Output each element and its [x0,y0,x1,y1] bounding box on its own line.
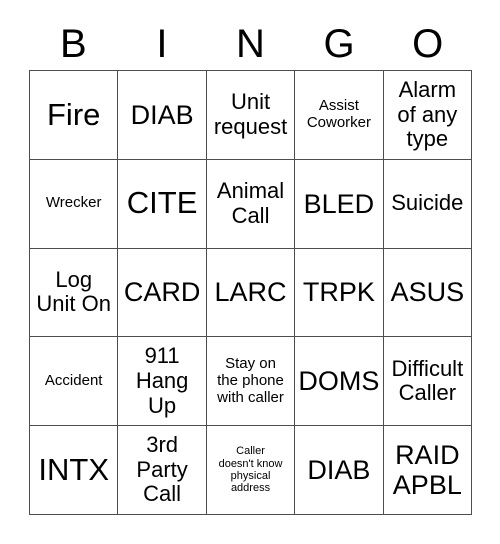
bingo-cell-label: Unit request [213,89,288,139]
bingo-cell-n3[interactable]: LARC [206,248,296,338]
bingo-header-letter-b: B [59,22,87,66]
bingo-cell-i2[interactable]: CITE [118,159,207,249]
bingo-cell-o2[interactable]: Suicide [383,159,473,249]
bingo-cell-label: Fire [47,96,101,132]
bingo-cell-g1[interactable]: Assist Coworker [295,71,384,160]
bingo-header-letter-i: I [156,22,168,66]
bingo-cell-label: DIAB [130,99,194,130]
bingo-cell-label: Accident [44,371,103,389]
bingo-cell-b3[interactable]: Log Unit On [30,248,119,338]
bingo-cell-i3[interactable]: CARD [118,248,207,338]
bingo-row: Accident 911 Hang Up Stay on the phone w… [30,337,473,427]
bingo-cell-b1[interactable]: Fire [30,71,119,160]
bingo-cell-n1[interactable]: Unit request [206,71,296,160]
bingo-cell-label: Assist Coworker [306,97,372,131]
bingo-cell-label: BLED [303,188,375,219]
bingo-cell-b5[interactable]: INTX [30,426,119,515]
bingo-header-letter-o: O [412,22,444,66]
bingo-cell-b4[interactable]: Accident [30,337,119,427]
bingo-header-letter-g: G [323,22,355,66]
bingo-cell-label: CITE [126,185,198,221]
bingo-row: INTX 3rd Party Call Caller doesn't know … [30,426,473,515]
bingo-row: Wrecker CITE Animal Call BLED Suicide [30,159,473,249]
bingo-cell-label: LARC [214,277,287,308]
bingo-cell-label: 911 Hang Up [135,343,189,418]
bingo-cell-g2[interactable]: BLED [295,159,384,249]
bingo-row: Log Unit On CARD LARC TRPK ASUS [30,248,473,338]
bingo-cell-label: Difficult Caller [391,355,464,406]
bingo-cell-n4[interactable]: Stay on the phone with caller [206,337,296,427]
bingo-cell-label: Suicide [391,190,464,216]
bingo-cell-i4[interactable]: 911 Hang Up [118,337,207,427]
bingo-header-letter-n: N [236,22,265,66]
bingo-row: Fire DIAB Unit request Assist Coworker A… [30,71,473,160]
bingo-cell-label: ASUS [390,277,465,308]
bingo-cell-label: Log Unit On [36,266,111,317]
bingo-cell-label: Alarm of any type [397,76,458,152]
bingo-cell-n2[interactable]: Animal Call [206,159,296,249]
bingo-cell-o4[interactable]: Difficult Caller [383,337,473,427]
bingo-cell-label: 3rd Party Call [136,432,188,507]
bingo-cell-label: Animal Call [216,178,285,228]
bingo-cell-i1[interactable]: DIAB [118,71,207,160]
bingo-cell-o1[interactable]: Alarm of any type [383,71,473,160]
bingo-cell-label: CARD [123,277,201,308]
bingo-grid: Fire DIAB Unit request Assist Coworker A… [29,70,473,515]
bingo-cell-g3[interactable]: TRPK [295,248,384,338]
bingo-cell-label: RAID APBL [392,439,462,501]
bingo-cell-i5[interactable]: 3rd Party Call [118,426,207,515]
bingo-cell-label: DOMS [298,366,380,397]
bingo-cell-g4[interactable]: DOMS [295,337,384,427]
bingo-header-row: B I N G O [29,18,472,70]
bingo-cell-label: Caller doesn't know physical address [218,445,283,495]
bingo-card: B I N G O Fire DIAB Unit request Assist … [0,0,500,544]
bingo-cell-o3[interactable]: ASUS [383,248,473,338]
bingo-cell-label: TRPK [302,277,375,308]
bingo-cell-label: Wrecker [45,194,102,212]
bingo-cell-label: Stay on the phone with caller [217,355,284,406]
bingo-cell-b2[interactable]: Wrecker [30,159,119,249]
bingo-cell-n5[interactable]: Caller doesn't know physical address [206,426,296,515]
bingo-cell-label: INTX [38,451,110,487]
bingo-cell-label: DIAB [307,454,371,485]
bingo-cell-g5[interactable]: DIAB [295,426,384,515]
bingo-cell-o5[interactable]: RAID APBL [383,426,473,515]
